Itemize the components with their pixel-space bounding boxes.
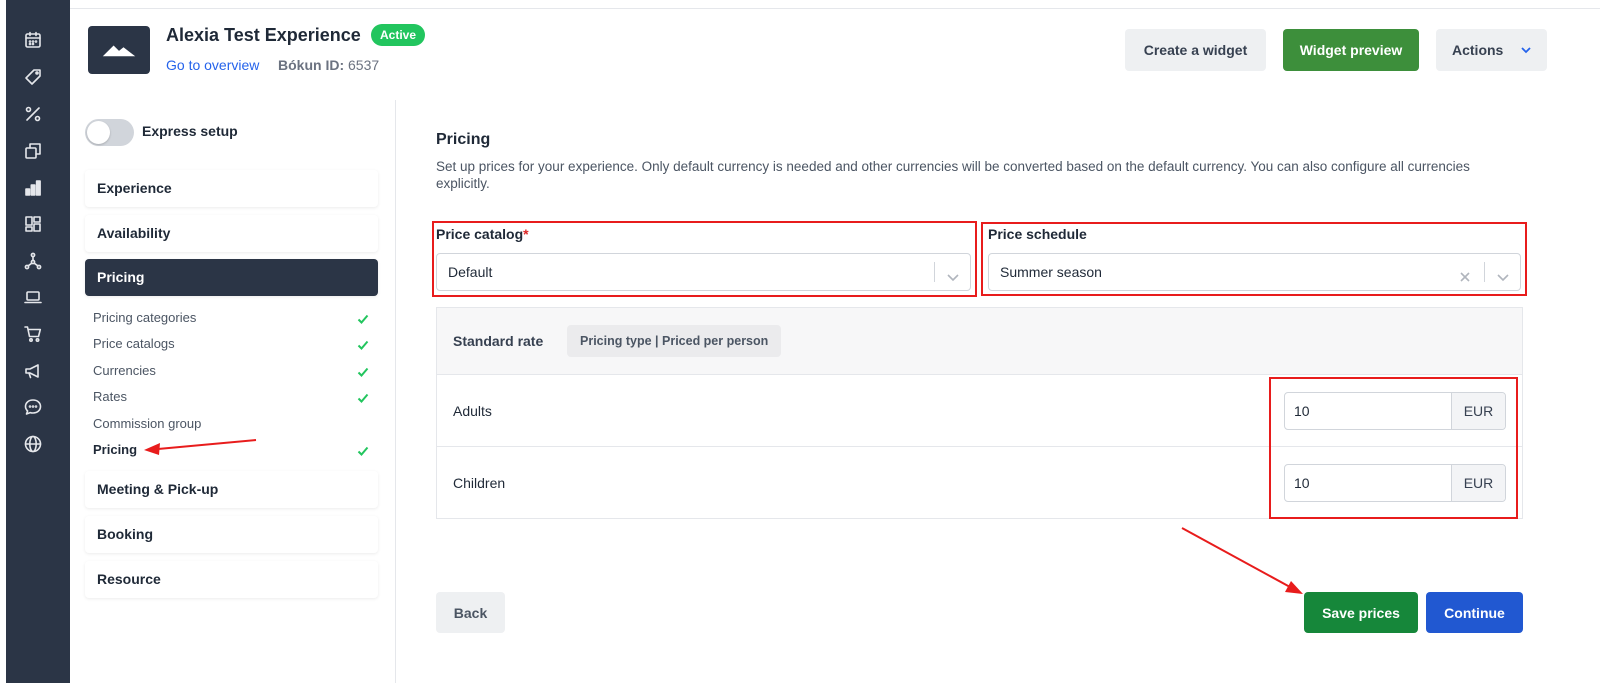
price-catalog-label-text: Price catalog <box>436 226 524 242</box>
bokun-id-label: Bókun ID: <box>278 57 345 73</box>
check-icon <box>357 338 369 350</box>
copy-icon[interactable] <box>22 140 44 162</box>
check-icon <box>357 444 369 456</box>
rate-header: Standard rate Pricing type | Priced per … <box>437 308 1522 375</box>
chat-icon[interactable] <box>22 396 44 418</box>
table-row: Children 10 EUR <box>437 447 1522 519</box>
express-setup-label: Express setup <box>142 123 238 139</box>
save-prices-button[interactable]: Save prices <box>1304 592 1418 633</box>
price-value[interactable]: 10 <box>1294 403 1310 419</box>
price-input-children[interactable]: 10 EUR <box>1284 464 1506 502</box>
sidebar-section-availability[interactable]: Availability <box>85 215 378 252</box>
category-label: Children <box>453 475 506 491</box>
check-icon <box>357 391 369 403</box>
section-title: Pricing <box>436 131 491 148</box>
sidebar-item-price-catalogs[interactable]: Price catalogs <box>93 335 373 353</box>
currency-addon: EUR <box>1451 393 1505 429</box>
price-input-adults[interactable]: 10 EUR <box>1284 392 1506 430</box>
check-icon <box>357 312 369 324</box>
actions-label: Actions <box>1452 42 1504 58</box>
continue-button[interactable]: Continue <box>1426 592 1523 633</box>
sidebar-section-experience[interactable]: Experience <box>85 170 378 207</box>
page-title: Alexia Test Experience <box>166 25 361 45</box>
dashboard-icon[interactable] <box>22 213 44 235</box>
chevron-down-icon <box>1521 47 1531 54</box>
app-rail <box>6 0 70 683</box>
chevron-down-icon[interactable] <box>944 263 962 282</box>
sidebar-item-commission-group[interactable]: Commission group <box>93 415 373 433</box>
tag-icon[interactable] <box>22 66 44 88</box>
price-catalog-value: Default <box>448 264 493 280</box>
laptop-icon[interactable] <box>22 286 44 308</box>
network-icon[interactable] <box>22 250 44 272</box>
bokun-id: Bókun ID: 6537 <box>278 57 379 73</box>
page-header: Alexia Test Experience Active Go to over… <box>70 8 1600 100</box>
actions-button[interactable]: Actions <box>1436 29 1547 71</box>
create-widget-button[interactable]: Create a widget <box>1125 29 1266 71</box>
price-value[interactable]: 10 <box>1294 475 1310 491</box>
pricing-type-tag: Pricing type | Priced per person <box>567 325 782 357</box>
widget-preview-button[interactable]: Widget preview <box>1283 29 1419 71</box>
price-catalog-select[interactable]: Default <box>436 253 971 291</box>
sidebar-item-currencies[interactable]: Currencies <box>93 362 373 380</box>
rate-name: Standard rate <box>453 333 544 349</box>
chevron-down-icon[interactable] <box>1494 263 1512 282</box>
sidebar-section-meeting-pickup[interactable]: Meeting & Pick-up <box>85 471 378 508</box>
price-schedule-label: Price schedule <box>988 226 1087 242</box>
globe-icon[interactable] <box>22 433 44 455</box>
bokun-id-value: 6537 <box>348 57 380 73</box>
section-description: Set up prices for your experience. Only … <box>436 159 1470 191</box>
table-row: Adults 10 EUR <box>437 375 1522 447</box>
sidebar-section-booking[interactable]: Booking <box>85 516 378 553</box>
calendar-icon[interactable] <box>22 29 44 51</box>
setup-sidebar: Express setup Experience Availability Pr… <box>70 100 396 683</box>
sidebar-item-rates[interactable]: Rates <box>93 388 373 406</box>
check-icon <box>357 365 369 377</box>
percent-icon[interactable] <box>22 103 44 125</box>
experience-thumbnail <box>88 26 150 74</box>
required-marker: * <box>523 226 529 242</box>
toggle-knob <box>87 121 110 144</box>
bar-chart-icon[interactable] <box>22 177 44 199</box>
price-schedule-select[interactable]: Summer season <box>988 253 1521 291</box>
sidebar-section-resource[interactable]: Resource <box>85 561 378 598</box>
arrow-head <box>1285 581 1303 594</box>
megaphone-icon[interactable] <box>22 360 44 382</box>
mountain-icon <box>102 45 136 57</box>
clear-icon[interactable] <box>1456 263 1474 282</box>
annotation-arrow-save <box>1181 527 1291 588</box>
go-to-overview-link[interactable]: Go to overview <box>166 57 259 73</box>
sidebar-section-pricing[interactable]: Pricing <box>85 259 378 296</box>
cart-icon[interactable] <box>22 323 44 345</box>
express-setup-toggle[interactable] <box>85 119 134 146</box>
sidebar-item-pricing-categories[interactable]: Pricing categories <box>93 309 373 327</box>
price-schedule-value: Summer season <box>1000 264 1102 280</box>
status-badge: Active <box>371 24 426 46</box>
category-label: Adults <box>453 403 492 419</box>
currency-addon: EUR <box>1451 465 1505 501</box>
price-catalog-label: Price catalog* <box>436 226 529 242</box>
rate-pricing-table: Standard rate Pricing type | Priced per … <box>436 307 1523 519</box>
sidebar-item-pricing[interactable]: Pricing <box>93 441 373 459</box>
back-button[interactable]: Back <box>436 592 505 633</box>
